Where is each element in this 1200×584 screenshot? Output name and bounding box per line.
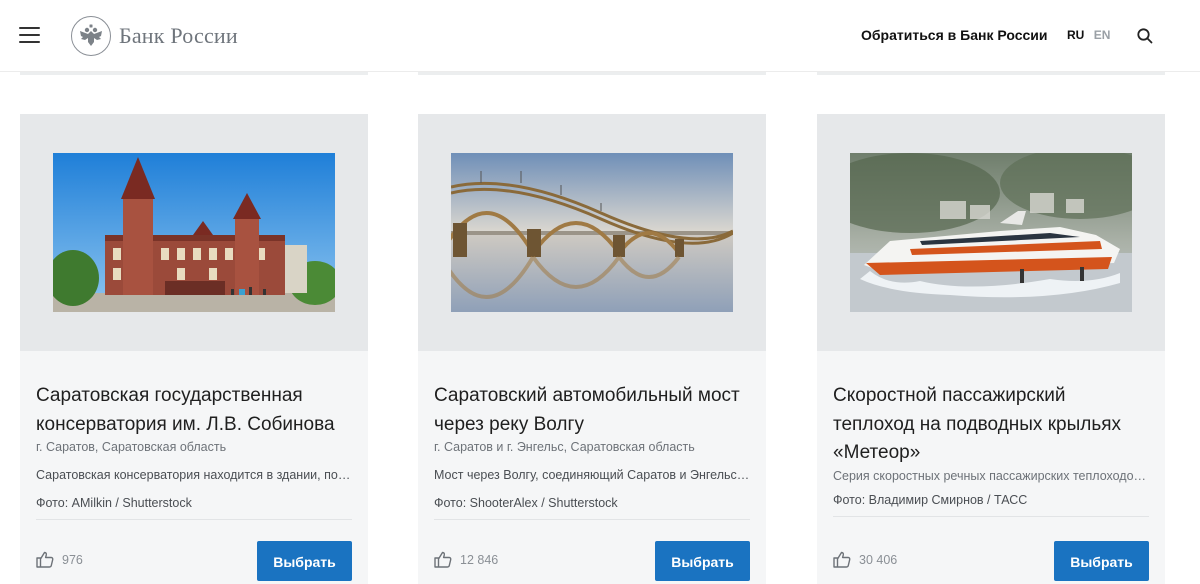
thumbs-up-icon <box>434 551 452 568</box>
previous-card-edge <box>418 72 766 75</box>
like-button[interactable]: 976 <box>36 551 83 568</box>
card-image-bridge[interactable] <box>451 153 733 312</box>
card-media <box>20 114 368 351</box>
thumbs-up-icon <box>833 551 851 568</box>
lang-en[interactable]: EN <box>1094 28 1111 42</box>
logo-text: Банк России <box>119 23 238 48</box>
card-location: г. Саратов, Саратовская область <box>36 440 227 454</box>
card-meteor: Скоростной пассажирский теплоход на подв… <box>817 114 1165 584</box>
card-photo-credit: Фото: ShooterAlex / Shutterstock <box>434 496 618 510</box>
card-footer: 12 846 Выбрать <box>434 541 750 581</box>
site-header: Банк России Обратиться в Банк России RU … <box>0 0 1200 72</box>
select-button[interactable]: Выбрать <box>655 541 750 581</box>
card-media <box>418 114 766 351</box>
card-divider <box>833 515 1149 517</box>
card-location: Серия скоростных речных пассажирских теп… <box>833 468 1149 483</box>
likes-count: 12 846 <box>460 552 499 567</box>
card-photo-credit: Фото: Владимир Смирнов / ТАСС <box>833 492 1028 507</box>
select-button[interactable]: Выбрать <box>1054 541 1149 581</box>
card-bridge: Саратовский автомобильный мост через рек… <box>418 114 766 584</box>
card-body: Саратовский автомобильный мост через рек… <box>434 382 750 520</box>
card-title[interactable]: Саратовский автомобильный мост через рек… <box>434 382 750 439</box>
likes-count: 976 <box>62 552 83 567</box>
card-footer: 976 Выбрать <box>36 541 352 581</box>
card-title[interactable]: Саратовская государственная консерватори… <box>36 382 352 439</box>
eagle-emblem-icon <box>71 16 111 56</box>
card-conservatory: Саратовская государственная консерватори… <box>20 114 368 584</box>
card-location: г. Саратов и г. Энгельс, Саратовская обл… <box>434 440 695 454</box>
contact-bank-link[interactable]: Обратиться в Банк России <box>861 27 1047 43</box>
card-description: Саратовская консерватория находится в зд… <box>36 468 352 482</box>
previous-card-edge <box>817 72 1165 75</box>
card-title[interactable]: Скоростной пассажирский теплоход на подв… <box>833 382 1149 468</box>
card-photo-credit: Фото: AMilkin / Shutterstock <box>36 496 192 510</box>
site-logo[interactable]: Банк России <box>71 16 238 56</box>
card-description: Мост через Волгу, соединяющий Саратов и … <box>434 468 750 482</box>
card-footer: 30 406 Выбрать <box>833 541 1149 581</box>
language-switcher: RU EN <box>1067 28 1110 42</box>
like-button[interactable]: 30 406 <box>833 551 897 568</box>
card-divider <box>36 519 352 520</box>
select-button[interactable]: Выбрать <box>257 541 352 581</box>
previous-card-edge <box>20 72 368 75</box>
hamburger-menu-icon[interactable] <box>19 27 40 43</box>
like-button[interactable]: 12 846 <box>434 551 498 568</box>
card-body: Саратовская государственная консерватори… <box>36 382 352 520</box>
lang-ru[interactable]: RU <box>1067 28 1084 42</box>
search-icon[interactable] <box>1136 27 1154 45</box>
card-divider <box>434 519 750 520</box>
card-image-meteor[interactable] <box>850 153 1132 312</box>
card-media <box>817 114 1165 351</box>
card-body: Скоростной пассажирский теплоход на подв… <box>833 382 1149 517</box>
thumbs-up-icon <box>36 551 54 568</box>
card-image-conservatory[interactable] <box>53 153 335 312</box>
likes-count: 30 406 <box>859 552 898 567</box>
